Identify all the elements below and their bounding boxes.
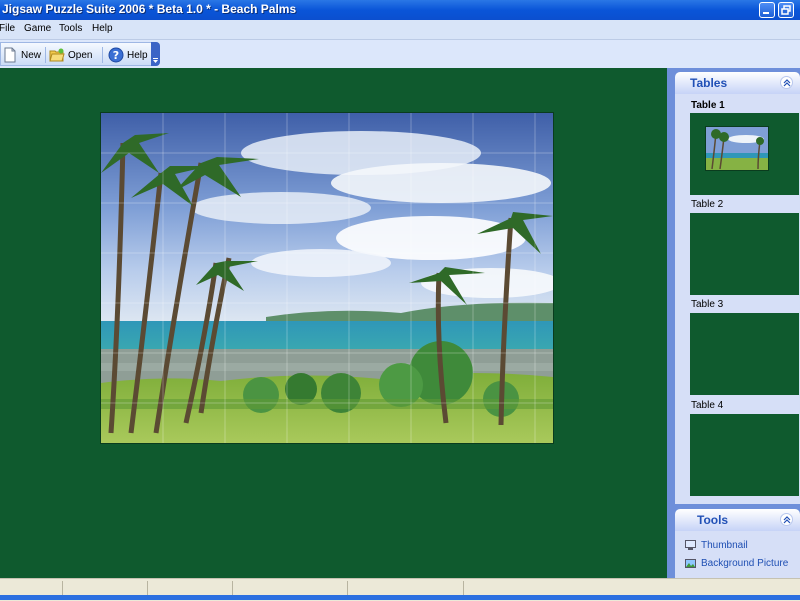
help-button-label: Help — [127, 49, 148, 61]
picture-icon — [685, 559, 696, 568]
window-title: Jigsaw Puzzle Suite 2006 * Beta 1.0 * - … — [2, 2, 297, 16]
chevron-up-icon — [783, 79, 791, 87]
tools-panel-title: Tools — [697, 513, 729, 527]
table-4-label[interactable]: Table 4 — [691, 400, 723, 411]
background-picture-link-label: Background Picture — [701, 558, 789, 569]
help-icon: ? — [108, 47, 124, 63]
table-4-thumbnail[interactable] — [690, 414, 799, 496]
tables-collapse-button[interactable] — [780, 76, 793, 89]
table-2-label[interactable]: Table 2 — [691, 199, 723, 210]
maximize-button[interactable] — [778, 2, 794, 18]
status-separator — [62, 581, 63, 595]
status-separator — [347, 581, 348, 595]
monitor-icon — [685, 540, 696, 550]
status-separator — [463, 581, 464, 595]
tools-collapse-button[interactable] — [780, 513, 793, 526]
menu-help[interactable]: Help — [92, 23, 113, 34]
new-button-label: New — [21, 49, 42, 61]
menu-file[interactable]: File — [0, 23, 15, 34]
jigsaw-puzzle-image[interactable] — [100, 112, 554, 444]
status-separator — [232, 581, 233, 595]
table-3-label[interactable]: Table 3 — [691, 299, 723, 310]
tables-panel-header[interactable]: Tables — [675, 72, 800, 94]
side-panel: Tables Table 1 Table 2 Table 3 Table 4 T… — [667, 68, 800, 578]
menu-game[interactable]: Game — [24, 23, 51, 34]
tables-panel-title: Tables — [690, 76, 728, 90]
table-1-thumbnail[interactable] — [690, 113, 799, 195]
new-document-icon — [4, 47, 16, 63]
table-3-thumbnail[interactable] — [690, 313, 799, 395]
toolbar-strip: New Open ? Help — [0, 42, 160, 66]
toolbar-separator — [45, 47, 46, 63]
toolbar-separator — [102, 47, 103, 63]
thumbnail-link[interactable]: Thumbnail — [685, 540, 748, 551]
new-button[interactable]: New — [2, 46, 41, 64]
table-1-label[interactable]: Table 1 — [691, 100, 725, 111]
toolbar-overflow-button[interactable] — [151, 42, 160, 66]
tools-panel-body: Thumbnail Background Picture — [675, 531, 800, 578]
restore-icon — [781, 5, 791, 15]
open-folder-icon — [49, 48, 65, 62]
thumbnail-link-label: Thumbnail — [701, 540, 748, 551]
toolbar: New Open ? Help — [0, 40, 800, 68]
status-separator — [147, 581, 148, 595]
title-bar[interactable]: Jigsaw Puzzle Suite 2006 * Beta 1.0 * - … — [0, 0, 800, 20]
table-2-thumbnail[interactable] — [690, 213, 799, 295]
minimize-icon — [763, 12, 769, 14]
tools-panel-header[interactable]: Tools — [675, 509, 800, 531]
tables-panel-body: Table 1 Table 2 Table 3 Table 4 — [675, 94, 800, 504]
puzzle-table[interactable] — [0, 68, 667, 578]
svg-text:?: ? — [113, 49, 119, 62]
background-picture-link[interactable]: Background Picture — [685, 558, 788, 569]
open-button-label: Open — [68, 49, 93, 61]
open-button[interactable]: Open — [49, 46, 92, 64]
chevron-up-icon — [783, 516, 791, 524]
minimize-button[interactable] — [759, 2, 775, 18]
chevron-down-icon — [153, 58, 158, 63]
help-button[interactable]: ? Help — [108, 46, 148, 64]
table-1-puzzle-preview — [705, 126, 769, 171]
taskbar-edge — [0, 595, 800, 600]
menu-tools[interactable]: Tools — [59, 23, 82, 34]
menu-bar: File Game Tools Help — [0, 20, 800, 40]
